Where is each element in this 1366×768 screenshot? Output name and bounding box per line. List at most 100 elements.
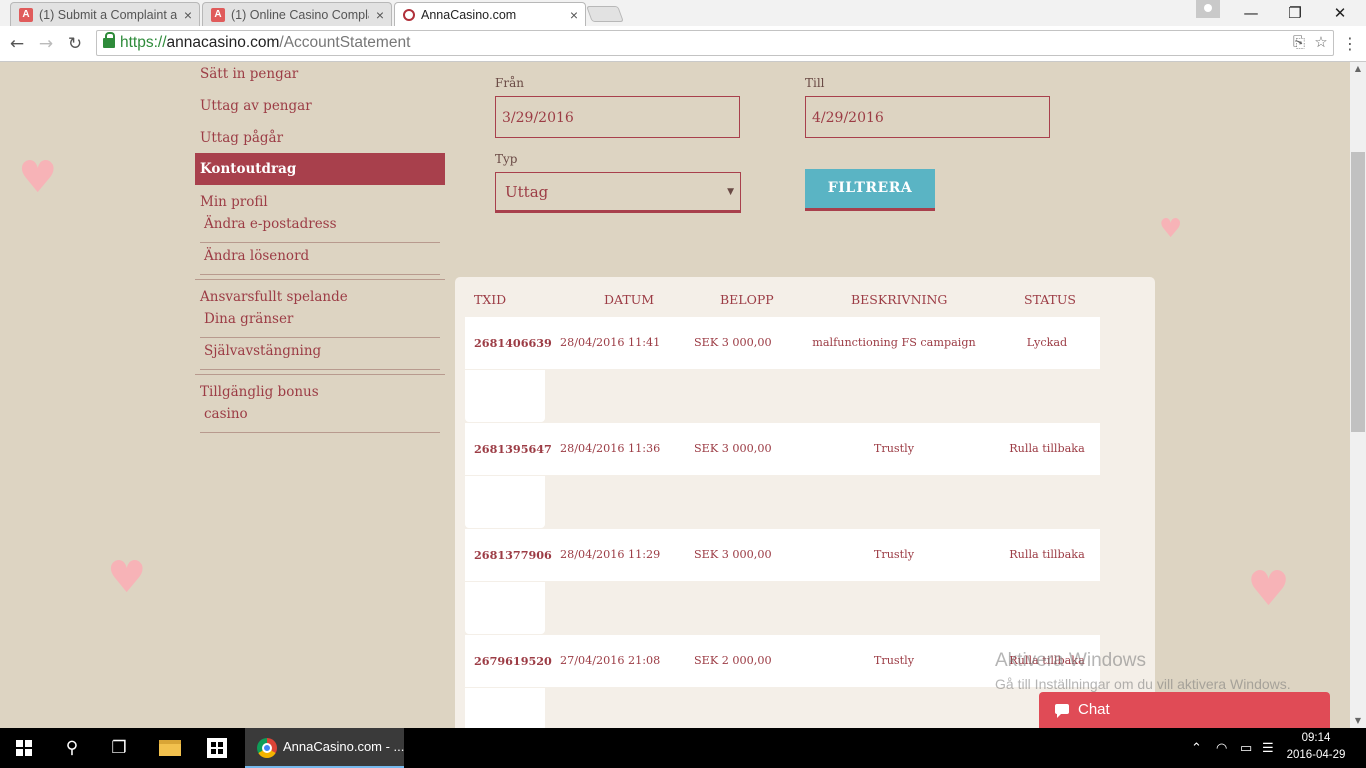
task-view-icon[interactable]: ❐ xyxy=(107,736,131,760)
cell-description: malfunctioning FS campaign xyxy=(812,336,976,349)
browser-tab-strip: A (1) Submit a Complaint ag × A (1) Onli… xyxy=(0,0,1366,26)
sidebar-divider xyxy=(195,279,445,280)
tray-chevron-up-icon[interactable]: ⌃ xyxy=(1191,740,1202,756)
cell-date: 27/04/2016 21:08 xyxy=(560,654,661,667)
clock-date: 2016-04-29 xyxy=(1286,749,1346,761)
translate-icon[interactable]: ⎘ xyxy=(1289,33,1309,53)
windows-start-icon[interactable] xyxy=(16,740,32,756)
profile-icon[interactable] xyxy=(1196,0,1220,18)
sidebar-item-self-exclusion[interactable]: Självavstängning xyxy=(200,338,440,370)
page-content: ♥ ♥ ♥ ♥ Sätt in pengar Uttag av pengar U… xyxy=(0,62,1350,728)
page-scrollbar[interactable]: ▲ ▼ xyxy=(1350,62,1366,728)
address-bar[interactable]: https://annacasino.com/AccountStatement … xyxy=(96,30,1334,56)
filter-button[interactable]: FILTRERA xyxy=(805,169,935,211)
sidebar-item-casino-bonus[interactable]: casino xyxy=(200,401,440,433)
tab-close-icon[interactable]: × xyxy=(563,7,585,23)
close-window-button[interactable]: ✕ xyxy=(1317,0,1363,26)
cell-txid: 2681406639 xyxy=(474,336,552,350)
row-detail-box xyxy=(465,370,545,422)
browser-menu-icon[interactable]: ⋮ xyxy=(1340,33,1360,55)
table-row[interactable]: 2681395647 28/04/2016 11:36 SEK 3 000,00… xyxy=(465,423,1100,475)
battery-icon[interactable]: ▭ xyxy=(1240,740,1252,756)
cell-status: Rulla tillbaka xyxy=(1009,442,1085,455)
windows-activation-watermark: Aktivera Windows xyxy=(995,650,1146,671)
cell-amount: SEK 3 000,00 xyxy=(694,336,772,349)
back-button[interactable]: ← xyxy=(5,32,29,56)
sidebar-item-change-password[interactable]: Ändra lösenord xyxy=(200,243,440,275)
chat-button[interactable]: Chat xyxy=(1039,692,1330,728)
cell-amount: SEK 2 000,00 xyxy=(694,654,772,667)
clock-time: 09:14 xyxy=(1301,732,1331,744)
bookmark-star-icon[interactable]: ☆ xyxy=(1311,33,1331,53)
cell-txid: 2681377906 xyxy=(474,548,552,562)
chrome-icon xyxy=(257,738,277,758)
heart-decoration-icon: ♥ xyxy=(107,552,147,603)
browser-tab-complaint[interactable]: A (1) Submit a Complaint ag × xyxy=(10,2,200,26)
tab-title: AnnaCasino.com xyxy=(421,7,517,22)
browser-tab-online-casino[interactable]: A (1) Online Casino Complai × xyxy=(202,2,392,26)
new-tab-button[interactable] xyxy=(586,6,624,22)
scrollbar-thumb[interactable] xyxy=(1351,152,1365,432)
cell-description: Trustly xyxy=(873,442,915,455)
sidebar-item-account-statement[interactable]: Kontoutdrag xyxy=(195,153,445,185)
askgamblers-favicon-icon: A xyxy=(211,7,225,22)
heart-decoration-icon: ♥ xyxy=(18,152,58,203)
file-explorer-icon[interactable] xyxy=(159,740,181,756)
dropdown-caret-icon: ▼ xyxy=(727,187,734,197)
column-header-amount[interactable]: BELOPP xyxy=(720,292,774,307)
forward-button[interactable]: → xyxy=(34,32,58,56)
type-select-value: Uttag xyxy=(505,183,549,201)
search-icon[interactable]: ⚲ xyxy=(60,736,84,760)
taskbar-chrome-app[interactable]: AnnaCasino.com - ... xyxy=(245,728,404,768)
cell-txid: 2681395647 xyxy=(474,442,552,456)
windows-activation-hint: Gå till Inställningar om du vill aktiver… xyxy=(995,676,1291,692)
column-header-status[interactable]: STATUS xyxy=(1024,292,1076,307)
to-date-input[interactable]: 4/29/2016 xyxy=(805,96,1050,138)
type-select[interactable]: Uttag ▼ xyxy=(495,172,741,213)
heart-decoration-icon: ♥ xyxy=(1159,214,1183,244)
reload-button[interactable]: ↻ xyxy=(63,32,87,56)
secure-lock-icon xyxy=(103,32,115,48)
tab-title: (1) Submit a Complaint ag xyxy=(39,7,177,22)
column-header-date[interactable]: DATUM xyxy=(604,292,654,307)
wifi-icon[interactable]: ◠ xyxy=(1216,740,1227,756)
cell-description: Trustly xyxy=(873,654,915,667)
sidebar-item-limits[interactable]: Dina gränser xyxy=(200,306,440,338)
tab-title: (1) Online Casino Complai xyxy=(231,7,369,22)
tab-close-icon[interactable]: × xyxy=(369,7,391,23)
notifications-icon[interactable]: ☰ xyxy=(1262,740,1274,756)
cell-status: Rulla tillbaka xyxy=(1009,548,1085,561)
chat-label: Chat xyxy=(1078,701,1110,718)
tab-close-icon[interactable]: × xyxy=(177,7,199,23)
browser-toolbar: ← → ↻ https://annacasino.com/AccountStat… xyxy=(0,26,1366,62)
url-text[interactable]: https://annacasino.com/AccountStatement xyxy=(120,31,410,55)
row-detail-box xyxy=(465,476,545,528)
cell-date: 28/04/2016 11:36 xyxy=(560,442,661,455)
cell-txid: 2679619520 xyxy=(474,654,552,668)
chat-bubble-icon xyxy=(1055,704,1069,718)
from-date-input[interactable]: 3/29/2016 xyxy=(495,96,740,138)
taskbar-clock[interactable]: 09:14 2016-04-29 xyxy=(1286,730,1346,764)
maximize-button[interactable]: ❐ xyxy=(1272,0,1318,26)
store-icon[interactable] xyxy=(207,738,227,758)
browser-tab-annacasino[interactable]: AnnaCasino.com × xyxy=(394,2,586,26)
cell-amount: SEK 3 000,00 xyxy=(694,548,772,561)
scroll-down-arrow-icon[interactable]: ▼ xyxy=(1350,714,1366,728)
to-date-label: Till xyxy=(805,76,825,90)
minimize-button[interactable]: — xyxy=(1228,0,1274,26)
table-row[interactable]: 2681406639 28/04/2016 11:41 SEK 3 000,00… xyxy=(465,317,1100,369)
annacasino-favicon-icon xyxy=(403,8,415,21)
sidebar-item-change-email[interactable]: Ändra e-postadress xyxy=(200,211,440,243)
cell-date: 28/04/2016 11:41 xyxy=(560,336,661,349)
cell-description: Trustly xyxy=(873,548,915,561)
column-header-txid[interactable]: TXID xyxy=(474,292,506,307)
sidebar-item-withdraw[interactable]: Uttag av pengar xyxy=(195,94,445,126)
column-header-description[interactable]: BESKRIVNING xyxy=(851,292,947,307)
sidebar-item-deposit[interactable]: Sätt in pengar xyxy=(195,62,445,94)
sidebar-divider xyxy=(195,374,445,375)
taskbar-app-label: AnnaCasino.com - ... xyxy=(283,739,405,754)
scroll-up-arrow-icon[interactable]: ▲ xyxy=(1350,62,1366,76)
row-detail-box xyxy=(465,688,545,728)
table-row[interactable]: 2681377906 28/04/2016 11:29 SEK 3 000,00… xyxy=(465,529,1100,581)
from-date-label: Från xyxy=(495,76,524,90)
